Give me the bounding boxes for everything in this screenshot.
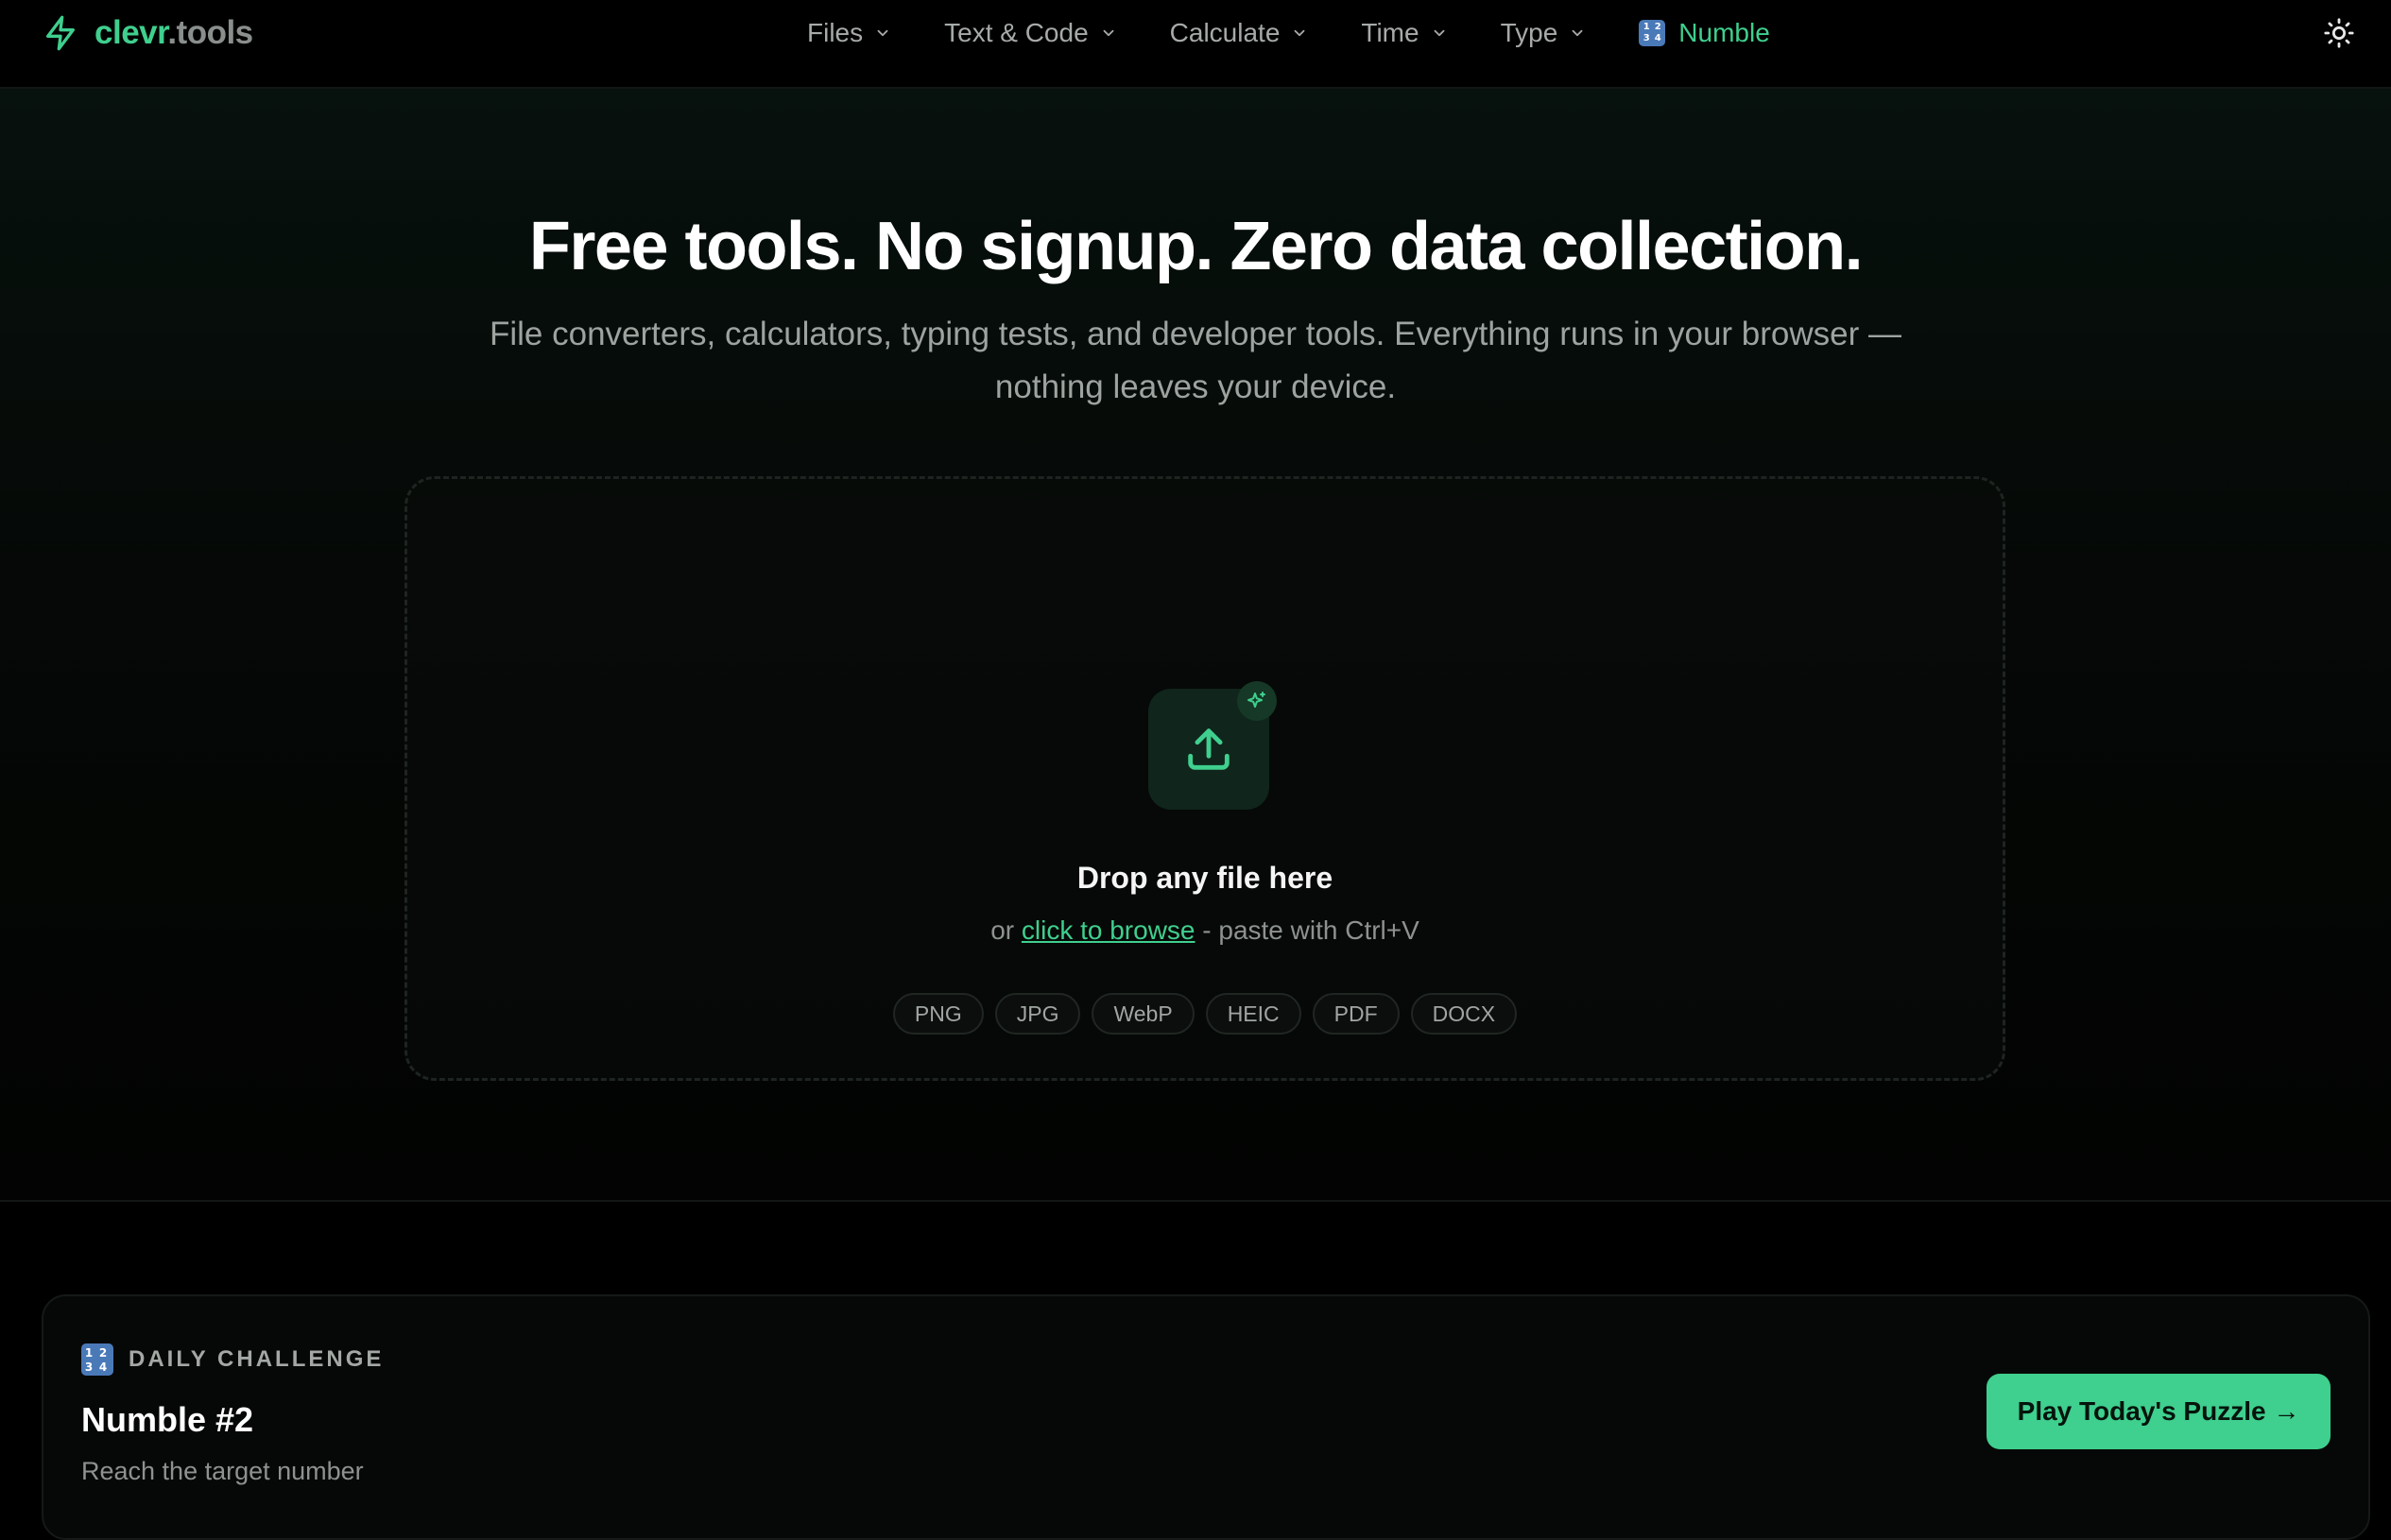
challenge-kicker: 1 2 3 4 DAILY CHALLENGE: [81, 1343, 384, 1376]
browse-files-link[interactable]: click to browse: [1022, 915, 1196, 945]
format-chip-png: PNG: [892, 993, 984, 1035]
nav-type-label: Type: [1500, 18, 1558, 47]
hero-subtitle: File converters, calculators, typing tes…: [489, 316, 1901, 405]
challenge-description: Reach the target number: [81, 1457, 364, 1485]
daily-challenge-card: 1 2 3 4 DAILY CHALLENGE Numble #2 Reach …: [42, 1294, 2370, 1540]
dropzone-hint-suffix: - paste with Ctrl+V: [1195, 915, 1419, 945]
chevron-down-icon: [877, 29, 888, 37]
numbers-emoji-icon: 1 2 3 4: [81, 1343, 113, 1376]
numbers-emoji-digit: 4: [98, 1360, 111, 1374]
sparkle-icon: [1247, 692, 1265, 708]
page-title: Free tools. No signup. Zero data collect…: [528, 209, 1864, 284]
nav-calculate-label: Calculate: [1169, 18, 1281, 47]
file-dropzone[interactable]: Drop any file here or click to browse - …: [404, 476, 2005, 1081]
challenge-kicker-label: DAILY CHALLENGE: [129, 1346, 385, 1372]
numbers-emoji-digit: 1: [1643, 22, 1650, 32]
challenge-title: Numble #2: [81, 1400, 254, 1439]
format-chip-webp: WebP: [1092, 993, 1195, 1035]
nav-files-dropdown[interactable]: Files: [807, 18, 891, 48]
top-navigation-bar: clevr.tools Files Text & Code Calculate …: [0, 0, 2391, 89]
nav-type-dropdown[interactable]: Type: [1501, 18, 1587, 48]
numbers-emoji-digit: 2: [1654, 22, 1661, 32]
play-puzzle-button[interactable]: Play Today's Puzzle →: [1987, 1374, 2331, 1449]
nav-text-code-label: Text & Code: [944, 18, 1089, 47]
brand-name-secondary: .tools: [167, 14, 253, 51]
nav-files-label: Files: [807, 18, 864, 47]
format-chip-jpg: JPG: [994, 993, 1081, 1035]
lightning-bolt-icon: [46, 15, 76, 51]
numbers-emoji-digit: 1: [84, 1345, 96, 1360]
upload-icon: [1188, 728, 1230, 770]
dropzone-title: Drop any file here: [1076, 861, 1333, 895]
format-chip-pdf: PDF: [1312, 993, 1400, 1035]
upload-icon-tile: [1148, 681, 1277, 810]
brand-name-primary: clevr: [95, 14, 168, 51]
nav-text-code-dropdown[interactable]: Text & Code: [944, 18, 1117, 48]
nav-numble-label: Numble: [1678, 18, 1770, 47]
main-nav: Files Text & Code Calculate Time Type 1 …: [807, 9, 1770, 57]
nav-calculate-dropdown[interactable]: Calculate: [1170, 18, 1309, 48]
numbers-emoji-digit: 4: [1654, 33, 1661, 43]
nav-time-dropdown[interactable]: Time: [1361, 18, 1447, 48]
chevron-down-icon: [1434, 29, 1445, 37]
numbers-emoji-icon: 1 2 3 4: [1639, 20, 1666, 46]
nav-numble-link[interactable]: 1 2 3 4 Numble: [1639, 18, 1770, 48]
chevron-down-icon: [1294, 29, 1305, 37]
dropzone-hint: or click to browse - paste with Ctrl+V: [407, 915, 2003, 946]
format-chip-heic: HEIC: [1205, 993, 1301, 1035]
numbers-emoji-digit: 3: [84, 1360, 96, 1374]
hero-section: Free tools. No signup. Zero data collect…: [0, 89, 2391, 1202]
numbers-emoji-digit: 2: [98, 1345, 111, 1360]
nav-time-label: Time: [1361, 18, 1419, 47]
numbers-emoji-digit: 3: [1643, 33, 1650, 43]
supported-formats: PNG JPG WebP HEIC PDF DOCX: [407, 993, 2003, 1035]
chevron-down-icon: [1103, 29, 1114, 37]
brand-name: clevr.tools: [95, 14, 253, 52]
dropzone-hint-prefix: or: [990, 915, 1022, 945]
sun-icon[interactable]: [2323, 17, 2355, 49]
sparkle-badge: [1237, 681, 1277, 721]
format-chip-docx: DOCX: [1410, 993, 1518, 1035]
chevron-down-icon: [1572, 29, 1583, 37]
brand-logo-link[interactable]: clevr.tools: [42, 9, 253, 57]
